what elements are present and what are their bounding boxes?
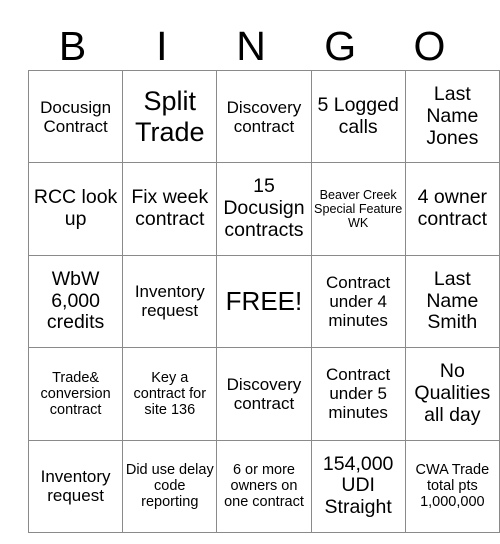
bingo-card: B I N G O Docusign Contract Split Trade …	[0, 0, 500, 544]
bingo-cell-label: Split Trade	[135, 86, 205, 147]
bingo-row: RCC look up Fix week contract 15 Docusig…	[28, 162, 500, 256]
bingo-cell[interactable]: Beaver Creek Special Feature WK	[311, 162, 406, 256]
bingo-row: Inventory request Did use delay code rep…	[28, 440, 500, 533]
bingo-cell[interactable]: 15 Docusign contracts	[216, 162, 312, 256]
bingo-cell-label: WbW 6,000 credits	[46, 267, 105, 334]
bingo-cell[interactable]: 5 Logged calls	[311, 70, 406, 164]
bingo-cell-label: Contract under 4 minutes	[326, 272, 391, 330]
bingo-cell-label: Discovery contract	[226, 97, 302, 136]
bingo-cell[interactable]: 154,000 UDI Straight	[311, 440, 406, 533]
bingo-cell-label: Trade& conversion contract	[40, 369, 111, 418]
bingo-row: Trade& conversion contract Key a contrac…	[28, 347, 500, 441]
bingo-cell-label: Key a contract for site 136	[133, 369, 207, 418]
bingo-cell-label: RCC look up	[33, 186, 118, 231]
bingo-cell-label: 15 Docusign contracts	[223, 175, 305, 241]
bingo-row: Docusign Contract Split Trade Discovery …	[28, 70, 500, 164]
bingo-header-letter-o: O	[413, 22, 446, 69]
bingo-cell-label: 154,000 UDI Straight	[322, 452, 394, 519]
bingo-cell-label: 4 owner contract	[417, 186, 488, 231]
bingo-header-letter-n: N	[236, 22, 266, 69]
bingo-cell[interactable]: Last Name Smith	[405, 255, 500, 349]
bingo-cell-free[interactable]: FREE!	[216, 255, 312, 349]
bingo-cell[interactable]: 6 or more owners on one contract	[216, 440, 312, 533]
bingo-header-letter-b: B	[58, 22, 87, 69]
bingo-cell[interactable]: Contract under 4 minutes	[311, 255, 406, 349]
bingo-cell[interactable]: RCC look up	[28, 162, 124, 256]
bingo-cell-label: 5 Logged calls	[317, 93, 399, 138]
bingo-cell[interactable]: Docusign Contract	[28, 70, 124, 164]
bingo-cell[interactable]: Inventory request	[122, 255, 218, 349]
bingo-cell[interactable]: Discovery contract	[216, 70, 312, 164]
bingo-row: WbW 6,000 credits Inventory request FREE…	[28, 255, 500, 349]
bingo-header-row: B I N G O	[28, 22, 474, 70]
bingo-cell[interactable]: Key a contract for site 136	[122, 347, 218, 441]
bingo-cell[interactable]: WbW 6,000 credits	[28, 255, 124, 349]
bingo-cell-label: Beaver Creek Special Feature WK	[314, 187, 403, 231]
bingo-grid: Docusign Contract Split Trade Discovery …	[28, 70, 500, 533]
bingo-cell[interactable]: CWA Trade total pts 1,000,000	[405, 440, 500, 533]
bingo-cell[interactable]: No Qualities all day	[405, 347, 500, 441]
bingo-cell[interactable]: Last Name Jones	[405, 70, 500, 164]
bingo-header-letter-g: G	[324, 22, 357, 69]
bingo-cell-label: CWA Trade total pts 1,000,000	[415, 461, 490, 511]
bingo-cell[interactable]: Trade& conversion contract	[28, 347, 124, 441]
bingo-cell[interactable]: Contract under 5 minutes	[311, 347, 406, 441]
bingo-cell-label: Last Name Jones	[426, 82, 479, 149]
bingo-cell-label: Contract under 5 minutes	[326, 365, 391, 423]
bingo-cell-label: Did use delay code reporting	[125, 461, 214, 511]
bingo-cell[interactable]: Fix week contract	[122, 162, 218, 256]
bingo-cell-label: Inventory request	[134, 282, 205, 321]
bingo-cell[interactable]: Did use delay code reporting	[122, 440, 218, 533]
bingo-cell-label: Docusign Contract	[40, 97, 112, 136]
bingo-cell[interactable]: Inventory request	[28, 440, 124, 533]
bingo-cell-label: Inventory request	[40, 467, 111, 506]
bingo-cell-label: FREE!	[225, 285, 303, 316]
bingo-cell-label: Last Name Smith	[426, 267, 479, 334]
bingo-cell-label: Fix week contract	[131, 186, 209, 231]
bingo-cell[interactable]: Discovery contract	[216, 347, 312, 441]
bingo-cell-label: No Qualities all day	[414, 360, 491, 426]
bingo-cell-label: 6 or more owners on one contract	[224, 461, 304, 511]
bingo-header-letter-i: I	[156, 22, 168, 69]
bingo-cell[interactable]: 4 owner contract	[405, 162, 500, 256]
bingo-cell-label: Discovery contract	[226, 374, 302, 413]
bingo-cell[interactable]: Split Trade	[122, 70, 218, 164]
